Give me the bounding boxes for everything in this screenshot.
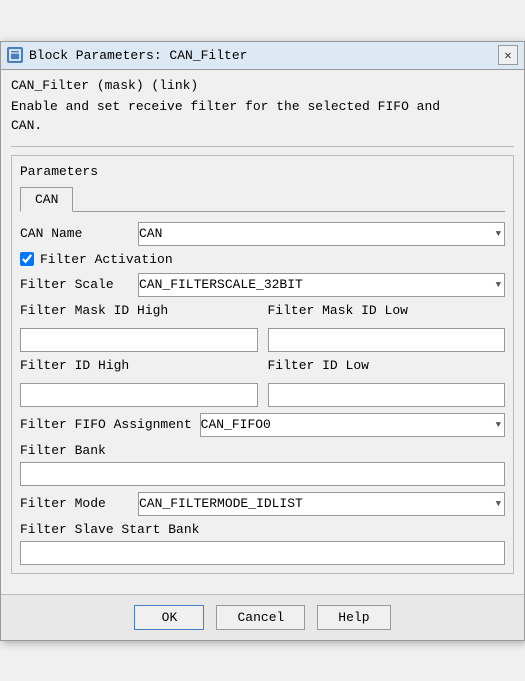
can-name-label: CAN Name bbox=[20, 226, 130, 241]
filter-id-high-input[interactable]: 51193 bbox=[20, 383, 258, 407]
filter-id-low-label: Filter ID Low bbox=[268, 358, 506, 373]
cancel-button[interactable]: Cancel bbox=[216, 605, 305, 630]
close-button[interactable]: ✕ bbox=[498, 45, 518, 65]
filter-activation-label: Filter Activation bbox=[40, 252, 173, 267]
can-name-row: CAN Name CAN CAN1 CAN2 bbox=[20, 222, 505, 246]
mask-line: CAN_Filter (mask) (link) bbox=[11, 78, 514, 93]
filter-fifo-select[interactable]: CAN_FIFO0 CAN_FIFO1 bbox=[200, 413, 505, 437]
filter-id-low-input[interactable]: 36740 bbox=[268, 383, 506, 407]
filter-activation-row: Filter Activation bbox=[20, 252, 505, 267]
ok-button[interactable]: OK bbox=[134, 605, 204, 630]
filter-bank-label: Filter Bank bbox=[20, 443, 505, 458]
tab-bar: CAN bbox=[20, 187, 505, 212]
window-icon bbox=[7, 47, 23, 63]
filter-scale-select[interactable]: CAN_FILTERSCALE_32BIT CAN_FILTERSCALE_16… bbox=[138, 273, 505, 297]
window-title: Block Parameters: CAN_Filter bbox=[29, 48, 247, 63]
filter-mask-id-high-label: Filter Mask ID High bbox=[20, 303, 258, 318]
filter-fifo-label: Filter FIFO Assignment bbox=[20, 417, 192, 432]
title-bar: Block Parameters: CAN_Filter ✕ bbox=[1, 42, 524, 70]
help-button[interactable]: Help bbox=[317, 605, 390, 630]
section-label: Parameters bbox=[20, 164, 505, 179]
filter-slave-start-bank-label: Filter Slave Start Bank bbox=[20, 522, 505, 537]
filter-slave-start-bank-input[interactable]: 14 bbox=[20, 541, 505, 565]
parameters-section: Parameters CAN CAN Name CAN CAN1 CAN2 bbox=[11, 155, 514, 574]
filter-bank-input[interactable]: 0 bbox=[20, 462, 505, 486]
filter-mode-label: Filter Mode bbox=[20, 496, 130, 511]
filter-mode-select[interactable]: CAN_FILTERMODE_IDLIST CAN_FILTERMODE_IDM… bbox=[138, 492, 505, 516]
filter-scale-label: Filter Scale bbox=[20, 277, 130, 292]
filter-id-labels-row: Filter ID High Filter ID Low bbox=[20, 358, 505, 377]
filter-mask-id-low-input[interactable]: 0 bbox=[268, 328, 506, 352]
filter-id-inputs-row: 51193 36740 bbox=[20, 383, 505, 407]
filter-id-high-label: Filter ID High bbox=[20, 358, 258, 373]
filter-mask-inputs-row: 2592 0 bbox=[20, 328, 505, 352]
filter-mask-id-low-label: Filter Mask ID Low bbox=[268, 303, 506, 318]
filter-scale-row: Filter Scale CAN_FILTERSCALE_32BIT CAN_F… bbox=[20, 273, 505, 297]
filter-activation-checkbox[interactable] bbox=[20, 252, 34, 266]
button-bar: OK Cancel Help bbox=[1, 594, 524, 640]
description: Enable and set receive filter for the se… bbox=[11, 97, 514, 136]
filter-fifo-row: Filter FIFO Assignment CAN_FIFO0 CAN_FIF… bbox=[20, 413, 505, 437]
filter-mode-row: Filter Mode CAN_FILTERMODE_IDLIST CAN_FI… bbox=[20, 492, 505, 516]
can-name-select[interactable]: CAN CAN1 CAN2 bbox=[138, 222, 505, 246]
filter-mask-id-high-input[interactable]: 2592 bbox=[20, 328, 258, 352]
tab-can[interactable]: CAN bbox=[20, 187, 73, 212]
filter-mask-labels-row: Filter Mask ID High Filter Mask ID Low bbox=[20, 303, 505, 322]
